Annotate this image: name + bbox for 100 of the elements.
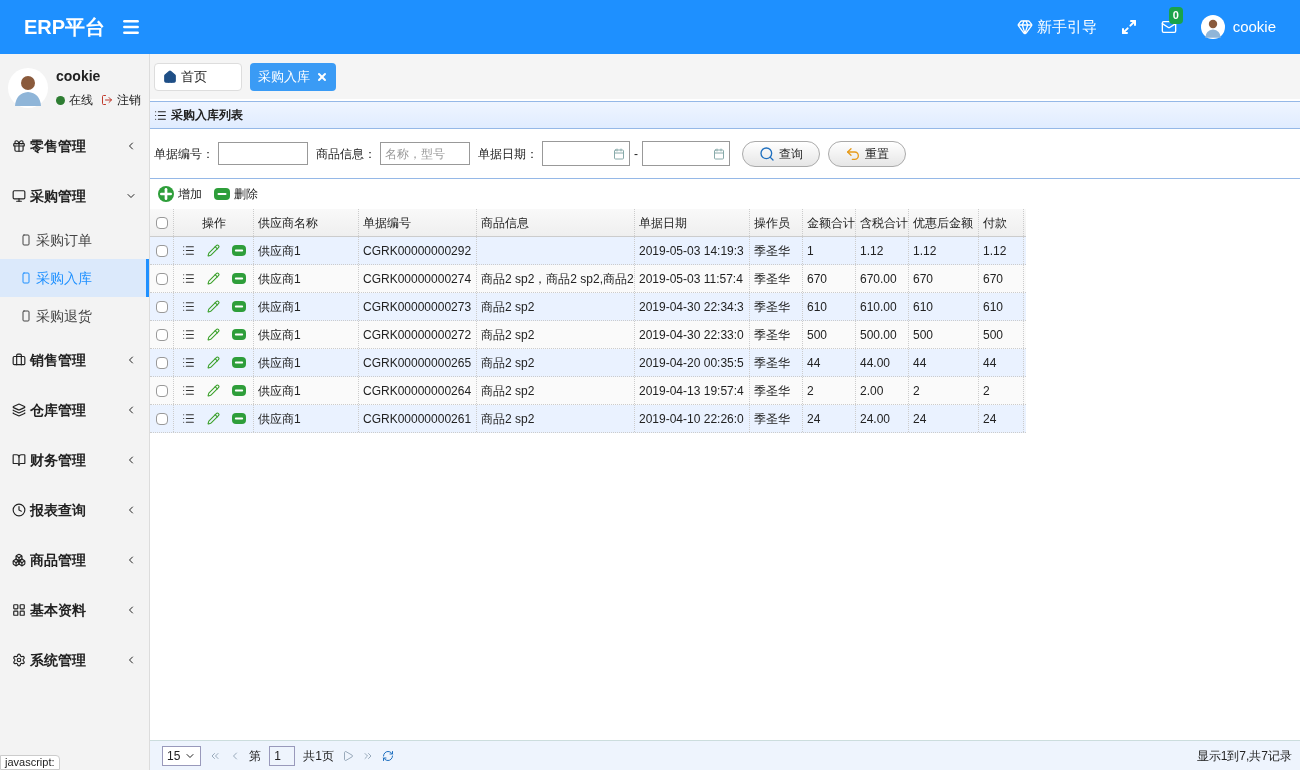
clock-icon bbox=[12, 503, 26, 517]
edit-icon[interactable] bbox=[206, 272, 220, 285]
table-cell: 供应商1 bbox=[254, 293, 359, 320]
user-avatar bbox=[1200, 15, 1225, 39]
number-input[interactable] bbox=[218, 142, 308, 165]
date-field[interactable] bbox=[542, 141, 630, 166]
edit-icon[interactable] bbox=[206, 412, 220, 425]
list-icon bbox=[154, 108, 167, 122]
delete-icon[interactable] bbox=[231, 385, 246, 396]
edit-icon[interactable] bbox=[206, 356, 220, 369]
details-icon[interactable] bbox=[181, 356, 195, 369]
sidebar-item[interactable]: 商品管理 bbox=[0, 535, 149, 585]
table-cell: 610 bbox=[979, 293, 1024, 320]
table-cell: 1.12 bbox=[979, 237, 1024, 264]
checkbox[interactable] bbox=[155, 356, 168, 369]
column-header[interactable]: 优惠后金额 bbox=[909, 209, 979, 236]
page-input[interactable]: 1 bbox=[269, 745, 296, 766]
table-cell: 供应商1 bbox=[254, 405, 359, 432]
page-icon bbox=[20, 272, 32, 284]
refresh-icon[interactable] bbox=[382, 749, 395, 762]
table-cell: 44 bbox=[803, 349, 856, 376]
reset-button[interactable]: 重置 bbox=[828, 140, 906, 167]
delete-icon[interactable] bbox=[231, 329, 246, 340]
sidebar-item[interactable]: 销售管理 bbox=[0, 335, 149, 385]
goods-input[interactable]: 名称，型号 bbox=[380, 142, 470, 165]
table-cell: 44 bbox=[979, 349, 1024, 376]
sidebar-item[interactable]: 报表查询 bbox=[0, 485, 149, 535]
table-cell: CGRK00000000274 bbox=[359, 265, 477, 292]
layers-icon bbox=[12, 403, 26, 417]
column-header[interactable]: 操作员 bbox=[750, 209, 803, 236]
column-header[interactable]: 单据日期 bbox=[635, 209, 750, 236]
delete-button[interactable]: 删除 bbox=[214, 185, 258, 203]
page-tab[interactable]: 首页 bbox=[154, 63, 242, 91]
checkbox[interactable] bbox=[155, 216, 168, 229]
table-cell: 季圣华 bbox=[750, 377, 803, 404]
record-summary: 显示1到7,共7记录 bbox=[1196, 747, 1292, 765]
table-cell: 500.00 bbox=[856, 321, 909, 348]
grid-icon bbox=[12, 603, 26, 617]
query-button[interactable]: 查询 bbox=[742, 140, 820, 167]
checkbox[interactable] bbox=[155, 244, 168, 257]
edit-icon[interactable] bbox=[206, 300, 220, 313]
table-cell: 季圣华 bbox=[750, 293, 803, 320]
column-header[interactable]: 金额合计 bbox=[803, 209, 856, 236]
close-icon[interactable] bbox=[316, 71, 328, 83]
boxes-icon bbox=[12, 553, 26, 567]
mail-icon[interactable] bbox=[1160, 19, 1177, 35]
table-cell: 670 bbox=[979, 265, 1024, 292]
next-page-icon[interactable] bbox=[342, 749, 355, 762]
delete-icon[interactable] bbox=[231, 245, 246, 256]
column-header[interactable]: 供应商名称 bbox=[254, 209, 359, 236]
delete-icon[interactable] bbox=[231, 413, 246, 424]
sidebar-subitem[interactable]: 采购退货 bbox=[0, 297, 149, 335]
column-header[interactable]: 商品信息 bbox=[477, 209, 635, 236]
column-header[interactable]: 付款 bbox=[979, 209, 1024, 236]
undo-arrow-icon bbox=[845, 145, 861, 162]
sidebar-item[interactable]: 财务管理 bbox=[0, 435, 149, 485]
table-cell: CGRK00000000265 bbox=[359, 349, 477, 376]
checkbox[interactable] bbox=[155, 300, 168, 313]
column-header[interactable]: 单据编号 bbox=[359, 209, 477, 236]
edit-icon[interactable] bbox=[206, 244, 220, 257]
fullscreen-icon[interactable] bbox=[1120, 19, 1137, 35]
calendar-icon[interactable] bbox=[713, 147, 725, 160]
column-header[interactable]: 含税合计 bbox=[856, 209, 909, 236]
page-size-select[interactable]: 15 bbox=[162, 745, 202, 766]
table-cell: CGRK00000000261 bbox=[359, 405, 477, 432]
date-field[interactable] bbox=[642, 141, 730, 166]
calendar-icon[interactable] bbox=[613, 147, 625, 160]
details-icon[interactable] bbox=[181, 300, 195, 313]
delete-icon[interactable] bbox=[231, 357, 246, 368]
details-icon[interactable] bbox=[181, 384, 195, 397]
add-button[interactable]: 增加 bbox=[158, 185, 202, 203]
sidebar-item[interactable]: 系统管理 bbox=[0, 635, 149, 685]
details-icon[interactable] bbox=[181, 328, 195, 341]
sidebar-item[interactable]: 零售管理 bbox=[0, 121, 149, 171]
details-icon[interactable] bbox=[181, 244, 195, 257]
field-label: 单据日期： bbox=[478, 145, 538, 163]
checkbox[interactable] bbox=[155, 272, 168, 285]
sidebar-item[interactable]: 基本资料 bbox=[0, 585, 149, 635]
checkbox[interactable] bbox=[155, 384, 168, 397]
sidebar-subitem[interactable]: 采购订单 bbox=[0, 221, 149, 259]
table-cell: 2019-05-03 11:57:4 bbox=[635, 265, 750, 292]
details-icon[interactable] bbox=[181, 412, 195, 425]
menu-icon[interactable] bbox=[121, 17, 142, 37]
logout-link[interactable]: 注销 bbox=[117, 91, 141, 109]
panel-title: 采购入库列表 bbox=[171, 107, 243, 124]
table-cell: 季圣华 bbox=[750, 265, 803, 292]
table-cell: 供应商1 bbox=[254, 321, 359, 348]
sidebar-item[interactable]: 仓库管理 bbox=[0, 385, 149, 435]
delete-icon[interactable] bbox=[231, 273, 246, 284]
checkbox[interactable] bbox=[155, 412, 168, 425]
sidebar-item[interactable]: 采购管理 bbox=[0, 171, 149, 221]
checkbox[interactable] bbox=[155, 328, 168, 341]
edit-icon[interactable] bbox=[206, 328, 220, 341]
edit-icon[interactable] bbox=[206, 384, 220, 397]
table-cell: 610.00 bbox=[856, 293, 909, 320]
settings-icon bbox=[12, 653, 26, 667]
details-icon[interactable] bbox=[181, 272, 195, 285]
page-icon bbox=[20, 310, 32, 322]
delete-icon[interactable] bbox=[231, 301, 246, 312]
table-cell: 24.00 bbox=[856, 405, 909, 432]
